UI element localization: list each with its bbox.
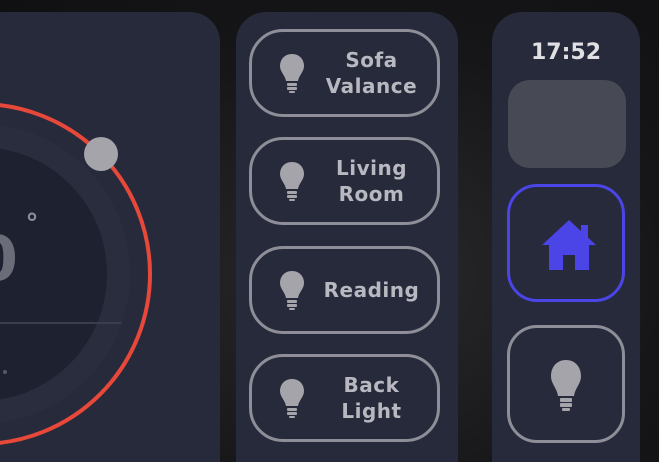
- degree-symbol: °: [26, 209, 39, 239]
- label-line-1: Reading: [323, 278, 420, 302]
- light-label: Back Light: [316, 372, 427, 424]
- label-line-2: Light: [341, 399, 402, 423]
- lightbulb-icon: [280, 162, 304, 201]
- clock: 17:52: [530, 40, 602, 65]
- lightbulb-icon: [280, 54, 304, 93]
- light-label: Reading: [316, 277, 427, 303]
- thermostat-dial[interactable]: 0 °: [0, 12, 220, 462]
- label-line-1: Living: [335, 156, 408, 180]
- light-button-living-room[interactable]: Living Room: [249, 137, 440, 225]
- lights-panel: Sofa Valance Living Room Reading Back Li…: [236, 12, 458, 462]
- label-line-2: Valance: [325, 74, 418, 98]
- light-button-sofa-valance[interactable]: Sofa Valance: [249, 29, 440, 117]
- thermostat-panel: 0 °: [0, 12, 220, 462]
- light-button-reading[interactable]: Reading: [249, 246, 440, 334]
- lights-nav-button[interactable]: [507, 325, 625, 443]
- label-line-1: Back: [343, 373, 400, 397]
- dial-handle[interactable]: [84, 137, 118, 171]
- light-button-back-light[interactable]: Back Light: [249, 354, 440, 442]
- light-label: Sofa Valance: [316, 47, 427, 99]
- home-icon: [542, 220, 596, 270]
- dial-marker: [3, 370, 7, 374]
- nav-panel: 17:52: [492, 12, 640, 462]
- status-tile[interactable]: [508, 80, 626, 168]
- lightbulb-icon: [551, 360, 581, 411]
- label-line-1: Sofa: [345, 48, 398, 72]
- temperature-text: 0: [0, 222, 18, 295]
- light-label: Living Room: [316, 155, 427, 207]
- label-line-2: Room: [338, 182, 405, 206]
- lightbulb-icon: [280, 379, 304, 418]
- home-button[interactable]: [507, 184, 625, 302]
- lightbulb-icon: [280, 271, 304, 310]
